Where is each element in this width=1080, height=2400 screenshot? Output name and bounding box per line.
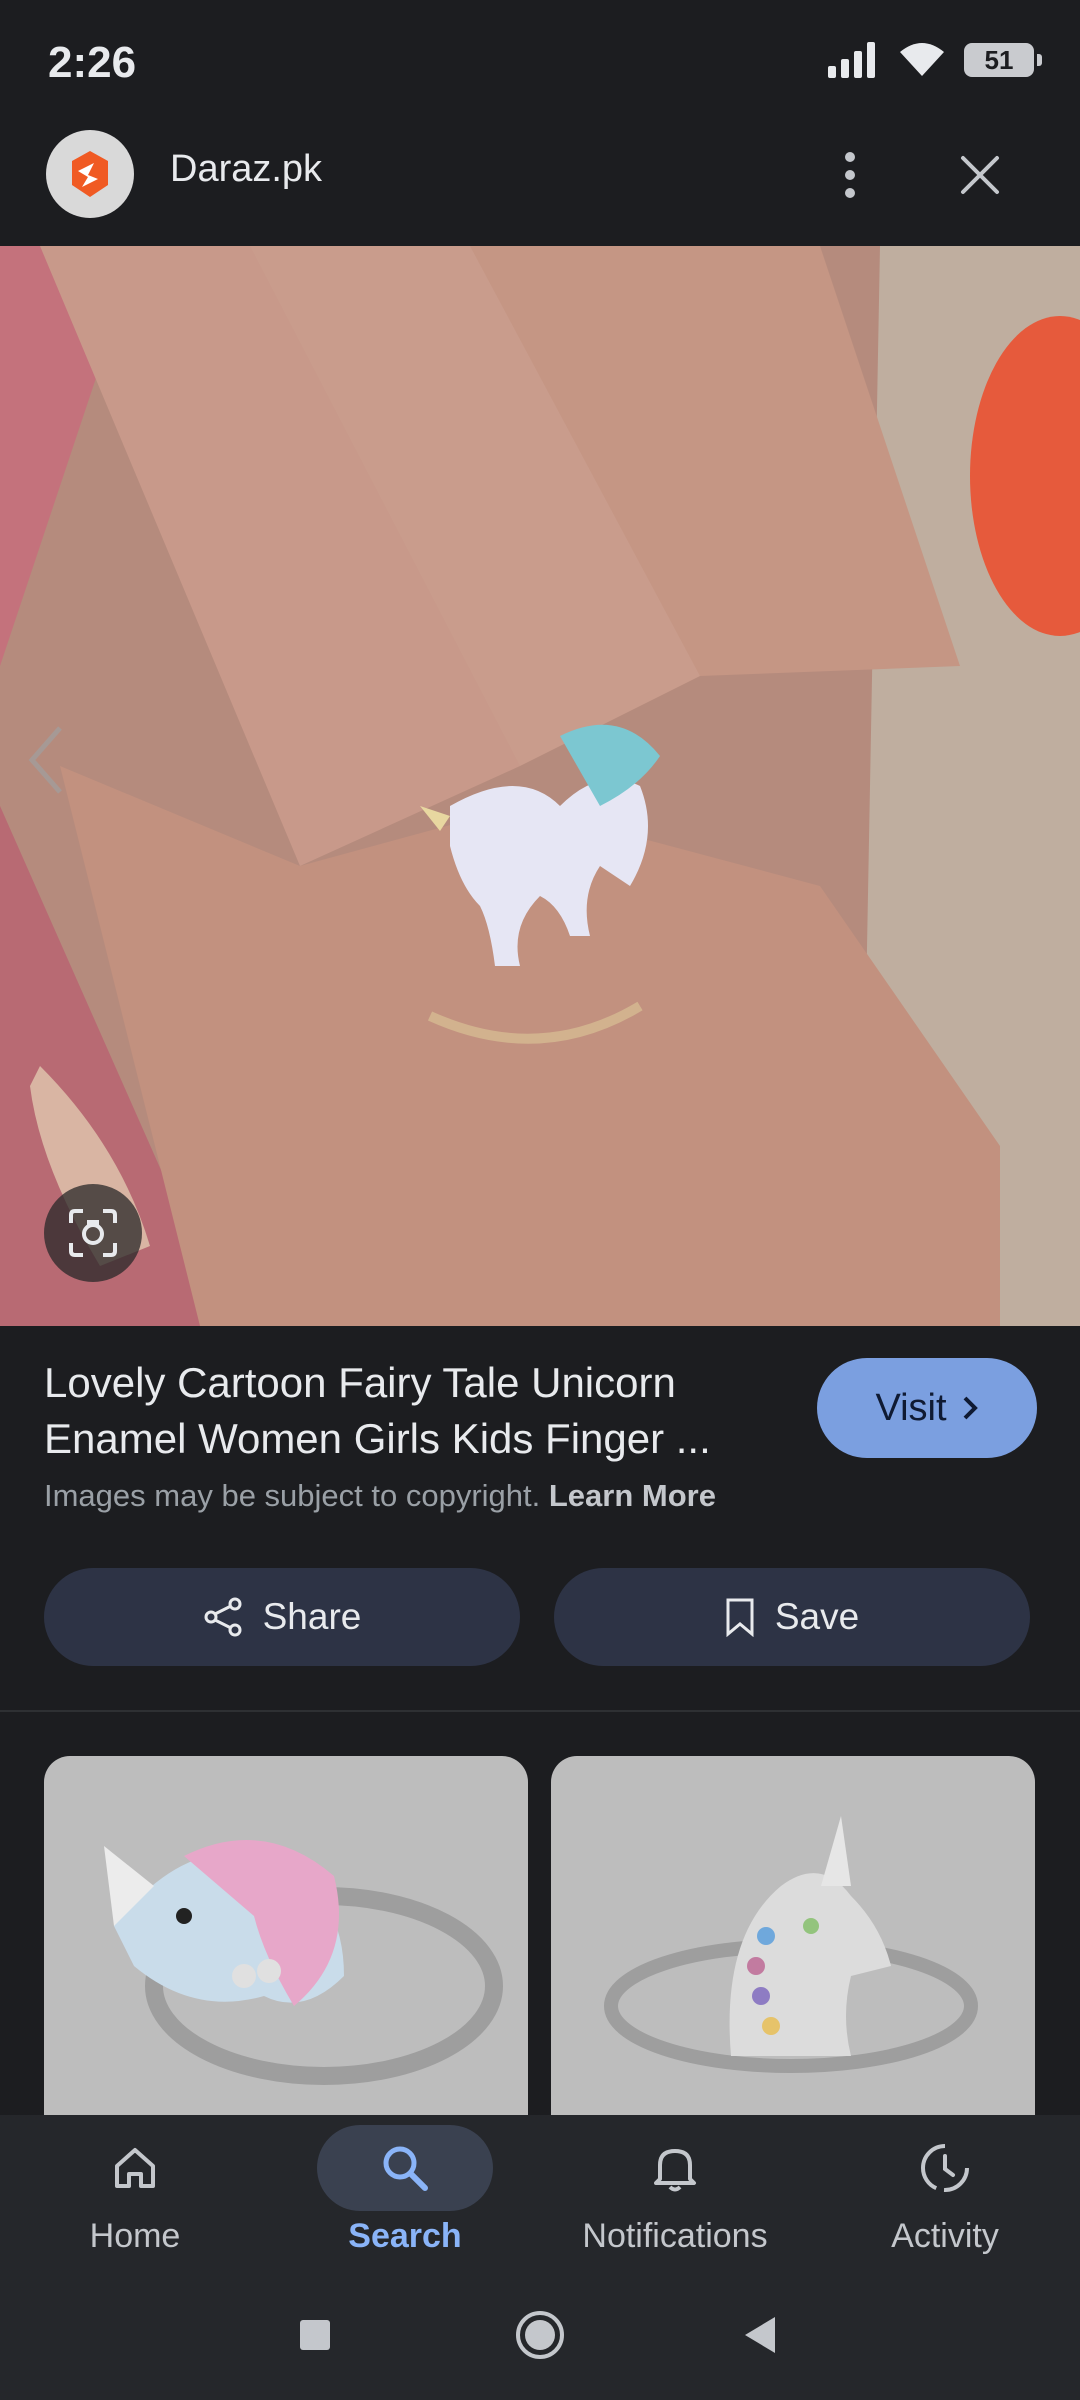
copyright-text: Images may be subject to copyright. bbox=[44, 1478, 541, 1513]
result-title[interactable]: Lovely Cartoon Fairy Tale Unicorn Enamel… bbox=[44, 1355, 784, 1467]
save-button[interactable]: Save bbox=[554, 1568, 1030, 1666]
lens-icon bbox=[69, 1209, 117, 1257]
close-button[interactable] bbox=[950, 145, 1010, 205]
activity-icon bbox=[921, 2144, 969, 2192]
status-icons: 51 bbox=[828, 42, 1042, 78]
lens-search-button[interactable] bbox=[44, 1184, 142, 1282]
wifi-icon bbox=[900, 43, 944, 76]
divider bbox=[0, 1710, 1080, 1712]
visit-label: Visit bbox=[875, 1386, 947, 1429]
share-icon bbox=[204, 1597, 242, 1637]
result-title-line-2: Enamel Women Girls Kids Finger ... bbox=[44, 1415, 711, 1462]
home-circle-icon bbox=[516, 2311, 564, 2359]
related-result-card[interactable] bbox=[44, 1756, 528, 2116]
close-icon bbox=[961, 156, 999, 194]
chevron-right-icon bbox=[963, 1396, 978, 1420]
visit-button[interactable]: Visit bbox=[817, 1358, 1037, 1458]
status-bar: 2:26 51 bbox=[0, 0, 1080, 130]
nav-search[interactable]: Search bbox=[270, 2125, 540, 2265]
result-title-line-1: Lovely Cartoon Fairy Tale Unicorn bbox=[44, 1359, 676, 1406]
home-icon bbox=[115, 2148, 155, 2188]
copyright-notice: Images may be subject to copyright. Lear… bbox=[44, 1478, 716, 1514]
bookmark-icon bbox=[726, 1598, 754, 1637]
nav-home[interactable]: Home bbox=[0, 2125, 270, 2265]
recents-button[interactable] bbox=[285, 2305, 345, 2365]
save-label: Save bbox=[774, 1596, 860, 1637]
share-label: Share bbox=[262, 1596, 362, 1637]
nav-notifications[interactable]: Notifications bbox=[540, 2125, 810, 2265]
nav-activity-label: Activity bbox=[891, 2217, 999, 2255]
previous-image-icon[interactable] bbox=[20, 720, 70, 800]
home-system-button[interactable] bbox=[510, 2305, 570, 2365]
back-triangle-icon bbox=[745, 2317, 775, 2353]
product-image[interactable] bbox=[0, 246, 1080, 1326]
top-bar bbox=[0, 130, 1080, 246]
nav-notifications-label: Notifications bbox=[582, 2217, 768, 2255]
share-button[interactable]: Share bbox=[44, 1568, 520, 1666]
back-button[interactable] bbox=[730, 2305, 790, 2365]
bell-icon bbox=[654, 2149, 696, 2192]
nav-activity[interactable]: Activity bbox=[810, 2125, 1080, 2265]
signal-icon bbox=[828, 42, 875, 78]
more-options-button[interactable] bbox=[820, 145, 880, 205]
site-logo-icon[interactable] bbox=[46, 130, 134, 218]
recents-icon bbox=[300, 2320, 330, 2350]
status-time: 2:26 bbox=[48, 38, 137, 87]
more-vert-icon bbox=[845, 152, 855, 198]
site-name[interactable]: Daraz.pk bbox=[170, 148, 322, 191]
learn-more-link[interactable]: Learn More bbox=[549, 1478, 716, 1513]
related-result-card[interactable] bbox=[551, 1756, 1035, 2116]
nav-home-label: Home bbox=[89, 2217, 181, 2255]
search-icon bbox=[383, 2146, 428, 2191]
nav-search-label: Search bbox=[348, 2217, 462, 2255]
battery-indicator: 51 bbox=[964, 43, 1042, 77]
